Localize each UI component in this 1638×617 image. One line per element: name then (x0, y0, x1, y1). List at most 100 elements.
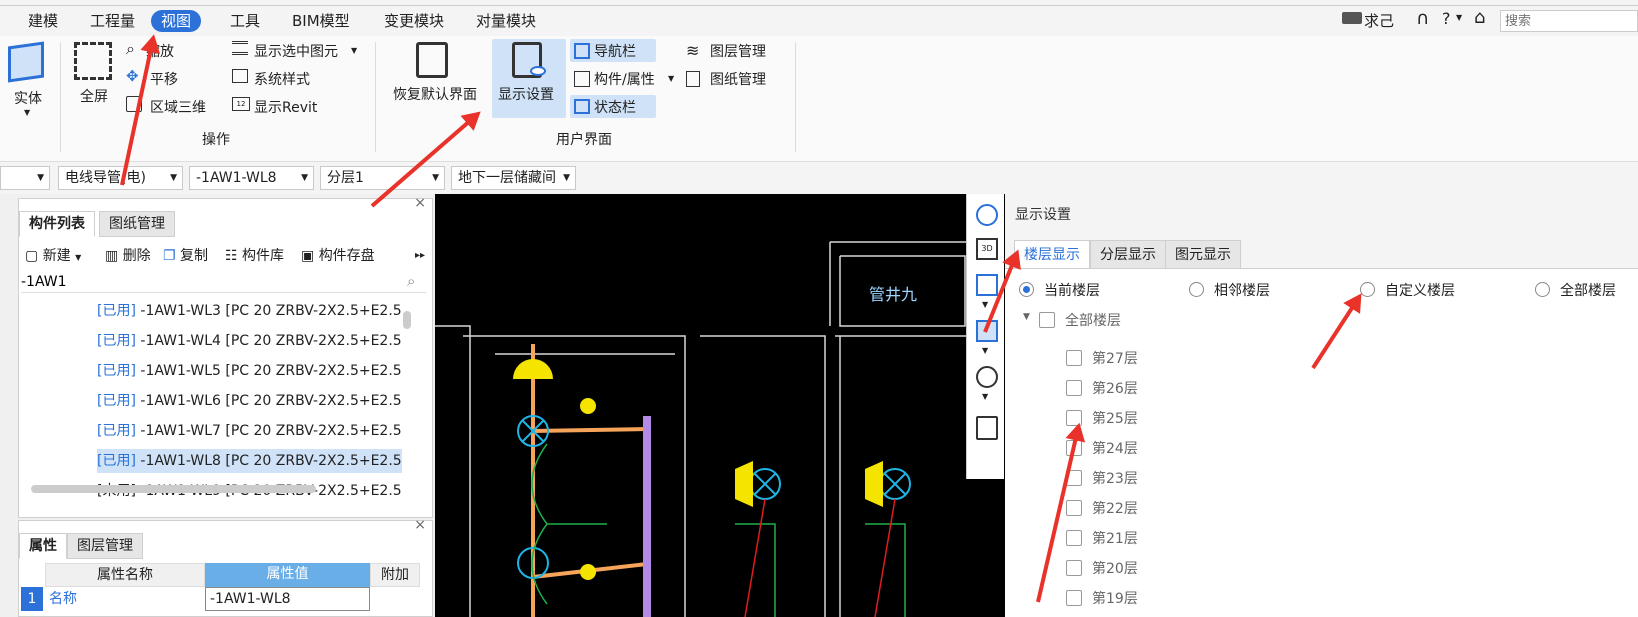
close-icon[interactable]: × (414, 195, 426, 211)
list-item[interactable]: [已用] -1AW1-WL6 [PC 20 ZRBV-2X2.5+E2.5 (97, 389, 402, 413)
tab-layer-display[interactable]: 分层显示 (1090, 240, 1166, 270)
user-label[interactable]: 求己 (1364, 10, 1394, 31)
floor-checkbox[interactable]: 第26层 (1066, 378, 1138, 398)
show-revit-button[interactable]: 显示Revit (254, 97, 317, 117)
floor-checkbox[interactable]: 第22层 (1066, 498, 1138, 518)
component-name: -1AW1-WL4 [PC 20 ZRBV-2X2.5+E2.5 (140, 333, 402, 349)
tab-drawing-mgmt[interactable]: 图纸管理 (99, 211, 175, 237)
status-badge: [已用] (97, 423, 136, 439)
checkbox[interactable] (1066, 530, 1082, 546)
chevron-down-icon[interactable]: ▼ (982, 346, 988, 355)
list-item[interactable]: [已用] -1AW1-WL8 [PC 20 ZRBV-2X2.5+E2.5 (97, 449, 402, 473)
headset-icon[interactable]: ∩ (1416, 8, 1429, 29)
list-item[interactable]: [已用] -1AW1-WL4 [PC 20 ZRBV-2X2.5+E2.5 (97, 329, 402, 353)
floor-checkbox[interactable]: 第21层 (1066, 528, 1138, 548)
floor-checkbox[interactable]: 第20层 (1066, 558, 1138, 578)
copy-button[interactable]: ❐ 复制 (163, 245, 208, 267)
solid-button[interactable]: 实体 (14, 88, 42, 108)
floor-label: 第20层 (1092, 561, 1138, 577)
cube-icon (8, 41, 44, 83)
library-button[interactable]: ☷ 构件库 (225, 245, 284, 267)
search-input[interactable] (1500, 10, 1638, 32)
chevron-down-icon[interactable]: ▼ (1456, 13, 1462, 22)
chevron-down-icon[interactable]: ▼ (982, 300, 988, 309)
floor-checkbox[interactable]: 第23层 (1066, 468, 1138, 488)
menu-quantity[interactable]: 工程量 (80, 10, 145, 32)
chevron-down-icon[interactable]: ▼ (351, 46, 357, 55)
tab-layer-mgmt[interactable]: 图层管理 (67, 533, 143, 559)
new-icon: ▢ (25, 248, 43, 264)
scrollbar-horizontal[interactable] (31, 485, 316, 493)
menu-change-module[interactable]: 变更模块 (374, 10, 454, 32)
radio-custom-floor[interactable]: 自定义楼层 (1360, 280, 1455, 300)
pan-button[interactable]: 平移 (150, 69, 178, 89)
scrollbar-vertical[interactable] (403, 311, 411, 329)
display-settings-icon[interactable] (976, 416, 998, 440)
list-item[interactable]: [已用] -1AW1-WL3 [PC 20 ZRBV-2X2.5+E2.5 (97, 299, 402, 323)
floor-label: 第27层 (1092, 351, 1138, 367)
floor-label: 第26层 (1092, 381, 1138, 397)
top-view-icon[interactable] (976, 274, 998, 296)
combo-room[interactable]: 地下一层储藏间 ▼ (451, 166, 576, 190)
tab-properties[interactable]: 属性 (19, 533, 67, 559)
radio-adjacent-floor[interactable]: 相邻楼层 (1189, 280, 1270, 300)
chevron-down-icon[interactable]: ▼ (1023, 312, 1030, 322)
help-button[interactable]: ? (1442, 9, 1451, 28)
shirt-icon[interactable]: ⌂ (1474, 7, 1485, 28)
restore-default-button[interactable]: 恢复默认界面 (393, 84, 477, 104)
drawing-mgmt-button[interactable]: 图纸管理 (710, 69, 766, 89)
checkbox[interactable] (1066, 590, 1082, 606)
delete-button[interactable]: ▥ 删除 (105, 245, 151, 267)
orbit-icon[interactable] (976, 204, 998, 226)
component-search-input[interactable] (21, 271, 426, 293)
menu-bim-model[interactable]: BIM模型 (282, 10, 360, 32)
rotate-icon[interactable] (976, 366, 998, 388)
chevron-down-icon: ▼ (563, 173, 570, 183)
checkbox[interactable] (1066, 560, 1082, 576)
checkbox[interactable] (1066, 380, 1082, 396)
system-style-button[interactable]: 系统样式 (254, 69, 310, 89)
floor-checkbox[interactable]: 第19层 (1066, 588, 1138, 608)
tab-element-display[interactable]: 图元显示 (1165, 240, 1241, 270)
menu-tools[interactable]: 工具 (220, 10, 270, 32)
checkbox-all-floors[interactable]: 全部楼层 (1039, 310, 1121, 330)
fullscreen-button[interactable]: 全屏 (80, 86, 108, 106)
divider (795, 42, 796, 152)
radio-current-floor[interactable]: 当前楼层 (1019, 280, 1100, 300)
group-ui-label: 用户界面 (556, 132, 612, 148)
statusbar-label: 状态栏 (594, 100, 636, 116)
checkbox[interactable] (1066, 350, 1082, 366)
group-operation-label: 操作 (202, 132, 230, 148)
menu-view[interactable]: 视图 (151, 10, 202, 32)
navbar-label: 导航栏 (594, 44, 636, 60)
combo-layer[interactable]: 分层1 ▼ (320, 166, 445, 190)
3d-view-icon[interactable]: 3D (976, 238, 998, 260)
prop-value-field[interactable]: -1AW1-WL8 (205, 587, 370, 611)
menu-modeling[interactable]: 建模 (18, 10, 68, 32)
trash-icon: ▥ (105, 248, 123, 264)
combo-component[interactable]: -1AW1-WL8 ▼ (189, 166, 314, 190)
radio-all-floors[interactable]: 全部楼层 (1535, 280, 1616, 300)
save-component-button[interactable]: ▣ 构件存盘 (301, 245, 375, 267)
close-icon[interactable]: × (414, 517, 426, 533)
combo-floor[interactable]: ▼ (0, 166, 50, 190)
menu-reconcile-module[interactable]: 对量模块 (466, 10, 546, 32)
chevron-down-icon[interactable]: ▼ (982, 392, 988, 401)
show-selected-button[interactable]: 显示选中图元 (254, 41, 338, 61)
more-icon[interactable]: ▸▸ (415, 245, 425, 267)
layer-mgmt-button[interactable]: 图层管理 (710, 41, 766, 61)
chevron-down-icon[interactable]: ▼ (24, 108, 30, 117)
component-props-button[interactable]: 构件/属性 (594, 69, 655, 89)
grid-icon (574, 43, 590, 59)
chevron-down-icon[interactable]: ▼ (668, 74, 674, 83)
floor-checkbox[interactable]: 第27层 (1066, 348, 1138, 368)
list-item[interactable]: [已用] -1AW1-WL7 [PC 20 ZRBV-2X2.5+E2.5 (97, 419, 402, 443)
tab-component-list[interactable]: 构件列表 (19, 211, 95, 237)
list-item[interactable]: [已用] -1AW1-WL5 [PC 20 ZRBV-2X2.5+E2.5 (97, 359, 402, 383)
new-button[interactable]: ▢ 新建 ▼ (25, 245, 81, 269)
search-icon: ⌕ (407, 272, 416, 290)
view-toolbar: 3D ▼ ▼ ▼ (966, 194, 1004, 479)
region-3d-button[interactable]: 区域三维 (150, 97, 206, 117)
checkbox[interactable] (1066, 500, 1082, 516)
drawing-canvas[interactable]: 管井九 (435, 194, 1005, 617)
